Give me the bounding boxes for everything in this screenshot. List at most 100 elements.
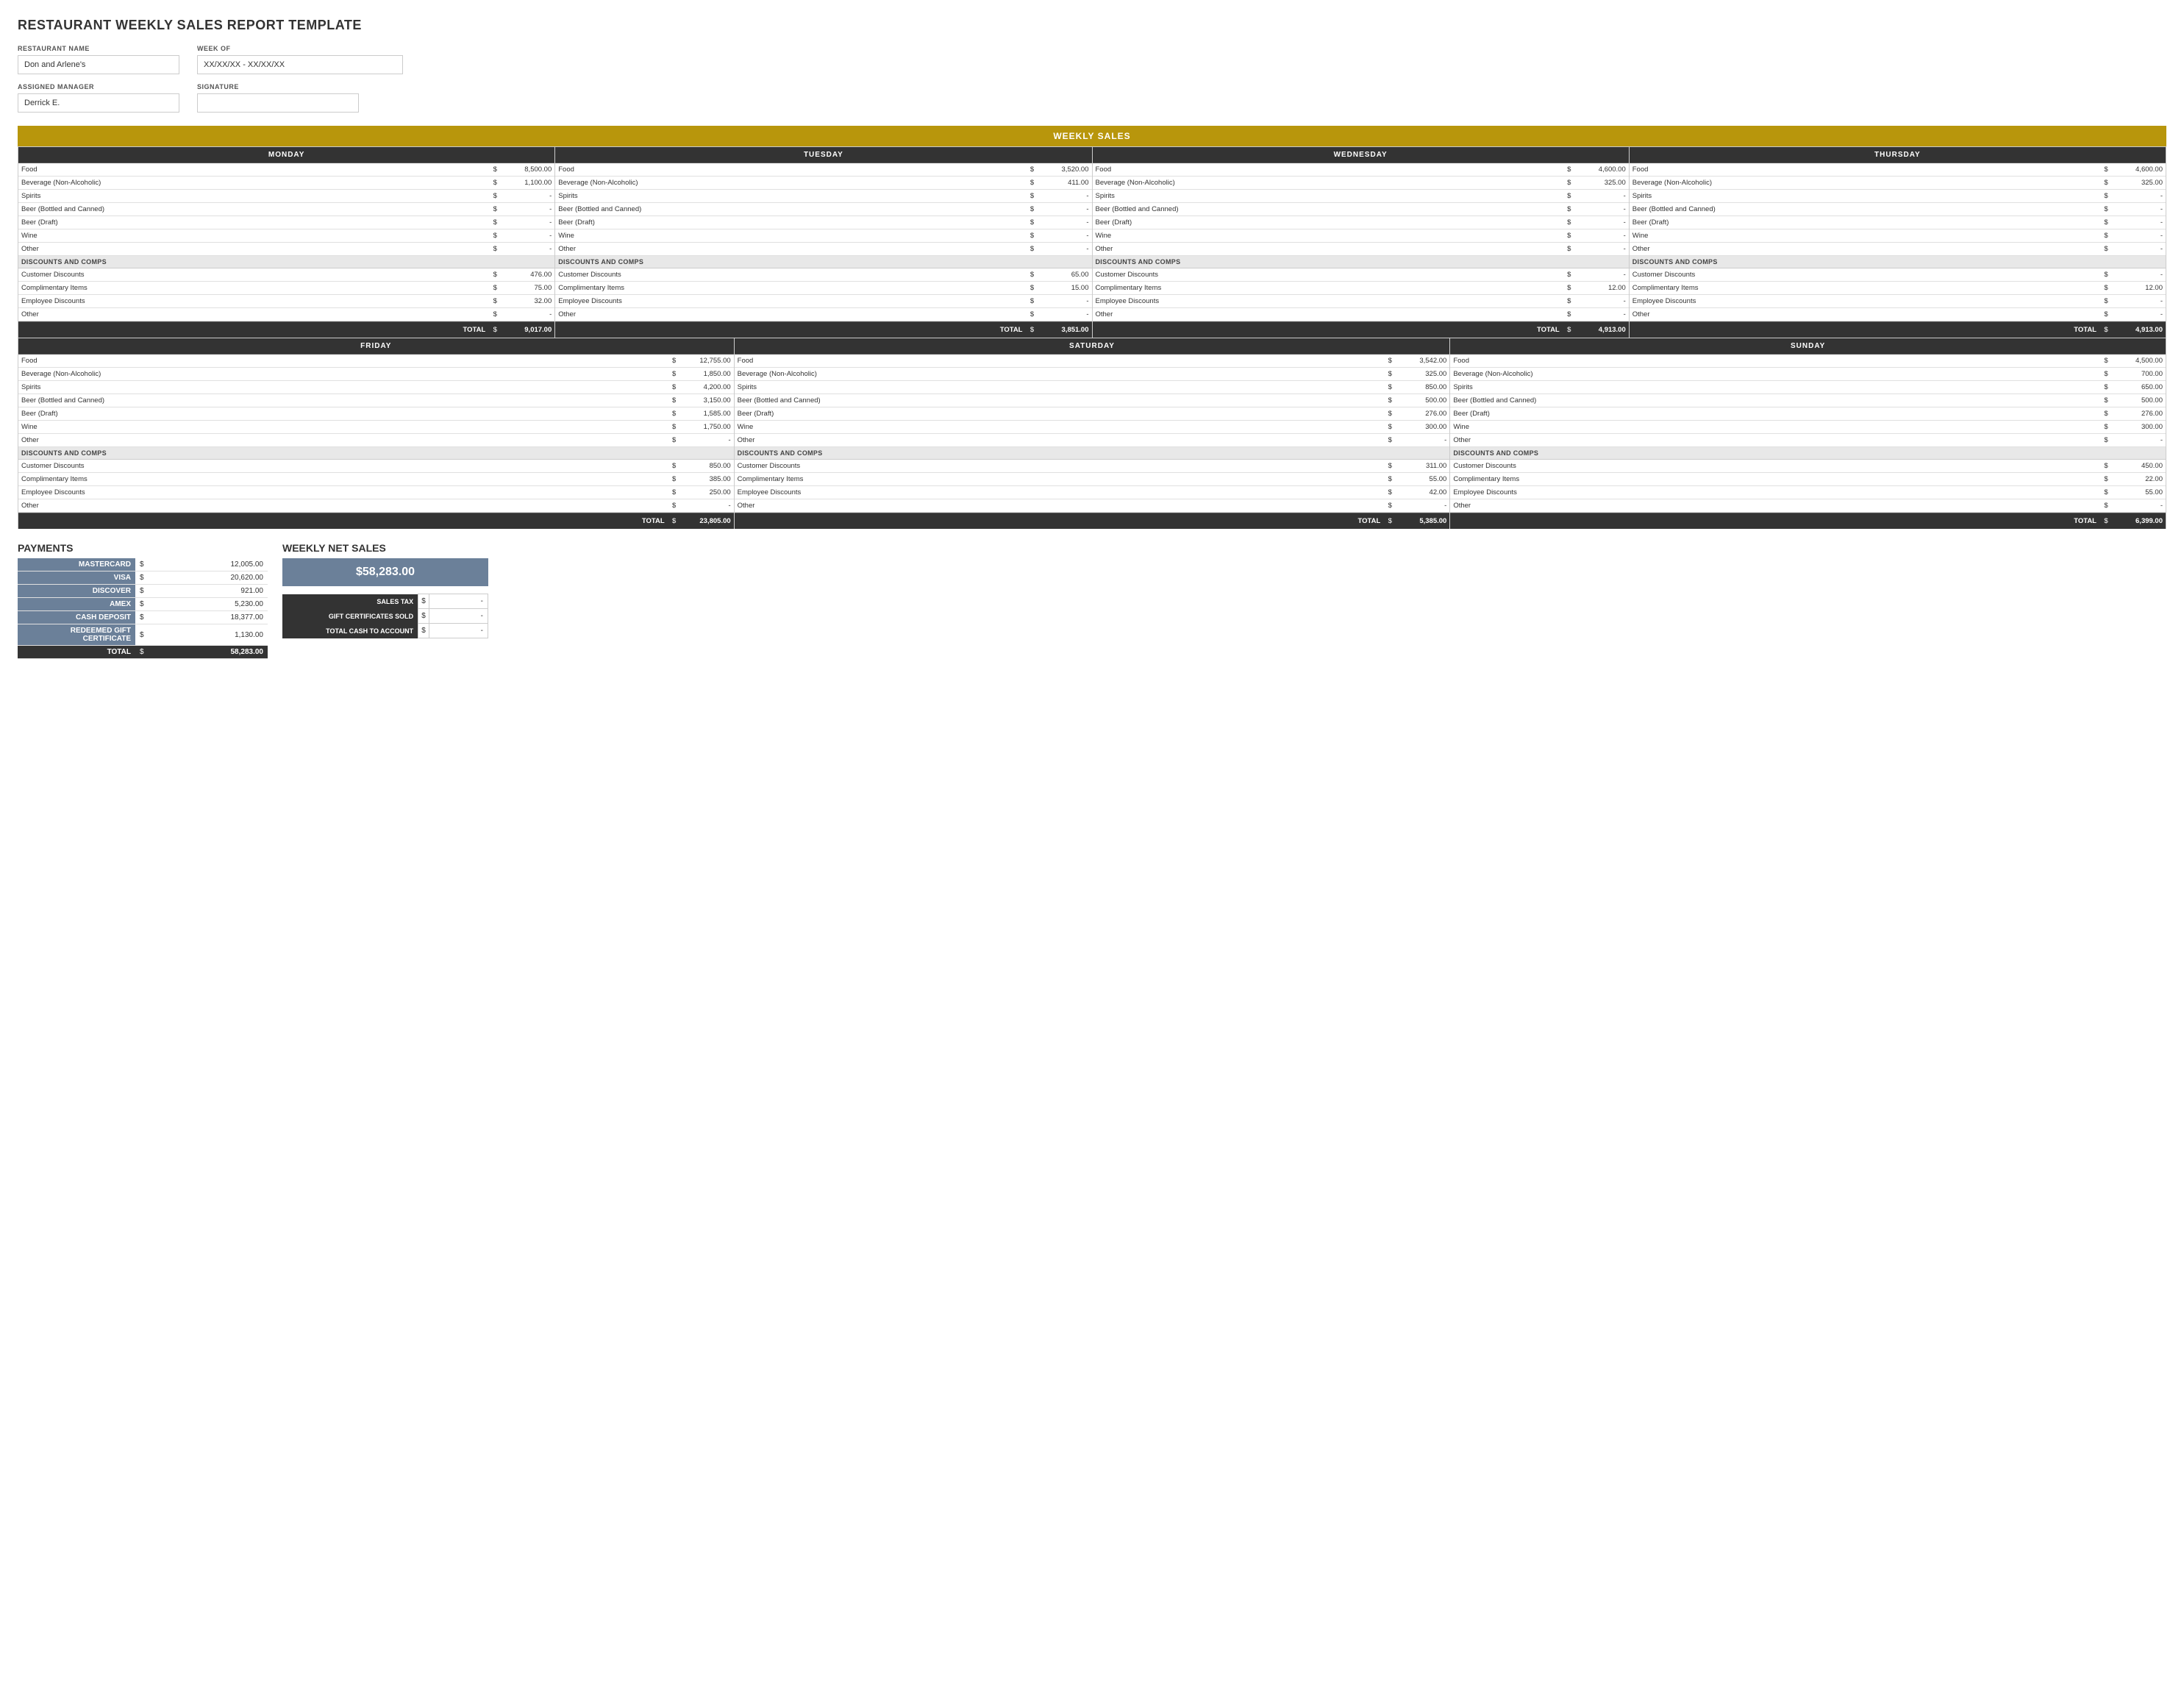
row-label: Beer (Bottled and Canned) [1632,205,2101,213]
table-row: Beverage (Non-Alcoholic) $ 325.00 [1630,177,2166,190]
pay-dollar: $ [135,558,149,571]
total-dollar: $ [669,517,679,525]
dollar-sign: $ [2101,475,2111,483]
row-value: 3,520.00 [1038,165,1089,174]
dollar-sign: $ [2101,179,2111,187]
dollar-sign: $ [2101,205,2111,213]
row-label: Wine [21,423,669,431]
dollar-sign: $ [490,284,500,292]
dollar-sign: $ [1027,310,1038,318]
total-label: TOTAL [558,326,1027,334]
table-row: Employee Discounts $ - [555,295,1091,308]
row-value: - [500,192,552,200]
row-value: 411.00 [1038,179,1089,187]
dollar-sign: $ [669,396,679,405]
table-row: Beverage (Non-Alcoholic) $ 325.00 [735,368,1450,381]
row-value: - [2111,297,2163,305]
table-row: Customer Discounts $ - [1093,268,1629,282]
total-dollar: $ [2101,326,2111,334]
dollar-sign: $ [1385,436,1395,444]
row-value: 300.00 [1395,423,1446,431]
day-header: SUNDAY [1450,338,2166,355]
row-value: 12.00 [2111,284,2163,292]
row-value: 22.00 [2111,475,2163,483]
discounts-subheader: DISCOUNTS AND COMPS [1450,447,2166,460]
row-label: Spirits [1632,192,2101,200]
row-value: - [500,205,552,213]
row-label: Other [1096,245,1564,253]
signature-input[interactable] [197,93,359,113]
dollar-sign: $ [2101,410,2111,418]
table-row: Customer Discounts $ 65.00 [555,268,1091,282]
row-value: - [1574,297,1626,305]
dollar-sign: $ [1027,232,1038,240]
tax-dollar: $ [418,609,429,624]
payments-total-label: TOTAL [18,646,135,659]
dollar-sign: $ [490,232,500,240]
pay-value: 18,377.00 [149,611,268,624]
dollar-sign: $ [2101,232,2111,240]
week-input[interactable] [197,55,403,74]
row-value: - [1574,271,1626,279]
row-value: - [1574,232,1626,240]
table-row: Beer (Bottled and Canned) $ - [555,203,1091,216]
row-value: 1,750.00 [679,423,731,431]
net-sales-value: $58,283.00 [282,558,488,586]
manager-label: ASSIGNED MANAGER [18,83,179,90]
row-value: - [1574,310,1626,318]
day-col-monday: MONDAY Food $ 8,500.00 Beverage (Non-Alc… [18,147,555,338]
row-label: Complimentary Items [21,284,490,292]
row-label: Employee Discounts [1096,297,1564,305]
discounts-subheader: DISCOUNTS AND COMPS [18,447,734,460]
dollar-sign: $ [1564,297,1574,305]
row-label: Employee Discounts [1453,488,2101,496]
total-row: TOTAL $ 3,851.00 [555,321,1091,338]
table-row: Food $ 4,500.00 [1450,355,2166,368]
table-row: Beer (Draft) $ - [555,216,1091,229]
table-row: Beer (Bottled and Canned) $ - [1630,203,2166,216]
payments-total-dollar: $ [135,646,149,659]
row-label: Spirits [1096,192,1564,200]
table-row: Other $ - [555,243,1091,256]
restaurant-input[interactable] [18,55,179,74]
table-row: Spirits $ - [18,190,554,203]
dollar-sign: $ [1564,218,1574,227]
dollar-sign: $ [2101,297,2111,305]
row-value: - [679,502,731,510]
table-row: Complimentary Items $ 75.00 [18,282,554,295]
row-label: Food [1096,165,1564,174]
dollar-sign: $ [490,310,500,318]
dollar-sign: $ [1027,218,1038,227]
payments-title: PAYMENTS [18,542,268,554]
table-row: Other $ - [1093,243,1629,256]
table-row: Beer (Bottled and Canned) $ - [18,203,554,216]
dollar-sign: $ [1385,410,1395,418]
total-value: 23,805.00 [679,517,731,525]
day-col-friday: FRIDAY Food $ 12,755.00 Beverage (Non-Al… [18,338,735,529]
discounts-subheader: DISCOUNTS AND COMPS [1630,256,2166,268]
pay-label: REDEEMED GIFT CERTIFICATE [18,624,135,646]
dollar-sign: $ [669,357,679,365]
pay-label: DISCOVER [18,585,135,598]
row-label: Customer Discounts [21,462,669,470]
table-row: Beverage (Non-Alcoholic) $ 411.00 [555,177,1091,190]
dollar-sign: $ [1564,271,1574,279]
table-row: Other $ - [1450,434,2166,447]
dollar-sign: $ [669,436,679,444]
table-row: Beverage (Non-Alcoholic) $ 325.00 [1093,177,1629,190]
dollar-sign: $ [2101,284,2111,292]
list-item: REDEEMED GIFT CERTIFICATE $ 1,130.00 [18,624,268,646]
table-row: Other $ - [1450,499,2166,513]
row-label: Beverage (Non-Alcoholic) [1096,179,1564,187]
table-row: Beer (Draft) $ 1,585.00 [18,407,734,421]
manager-input[interactable] [18,93,179,113]
weekly-sales-header: WEEKLY SALES [18,126,2166,146]
row-label: Other [558,310,1027,318]
tax-value: - [429,594,488,609]
discounts-subheader: DISCOUNTS AND COMPS [18,256,554,268]
table-row: Wine $ - [1630,229,2166,243]
row-value: - [2111,271,2163,279]
table-row: Employee Discounts $ - [1630,295,2166,308]
row-label: Beer (Draft) [738,410,1385,418]
total-value: 4,913.00 [1574,326,1626,334]
